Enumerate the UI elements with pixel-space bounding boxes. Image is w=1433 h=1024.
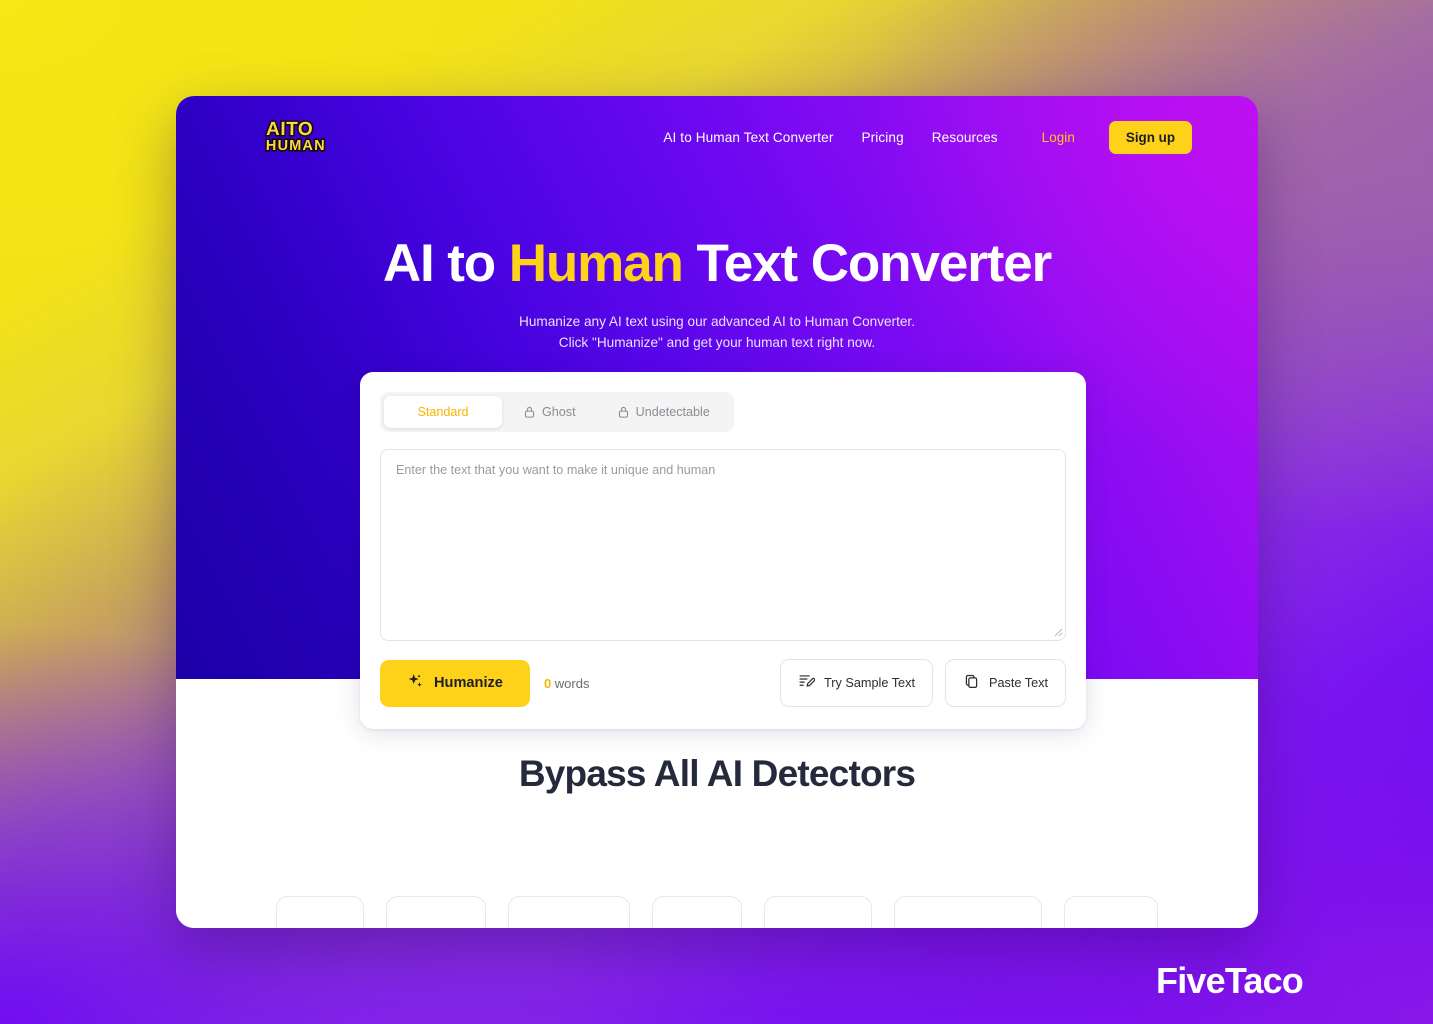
tab-undetectable[interactable]: Undetectable (598, 396, 730, 428)
try-sample-text-button[interactable]: Try Sample Text (780, 659, 933, 707)
nav-link-pricing[interactable]: Pricing (861, 130, 903, 145)
paste-text-button[interactable]: Paste Text (944, 659, 1066, 707)
detector-chip[interactable] (764, 896, 872, 928)
sparkle-icon (407, 673, 424, 694)
site-header: AITO HUMAN AI to Human Text Converter Pr… (176, 96, 1258, 178)
lock-icon (524, 406, 535, 418)
login-link[interactable]: Login (1042, 130, 1075, 145)
nav-link-resources[interactable]: Resources (932, 130, 998, 145)
site-logo[interactable]: AITO HUMAN (264, 117, 327, 156)
detector-chip[interactable] (276, 896, 364, 928)
humanize-button-label: Humanize (434, 675, 503, 691)
paste-icon (963, 673, 980, 693)
page-title-part1: AI to (382, 234, 509, 293)
tab-undetectable-label: Undetectable (635, 405, 710, 419)
converter-actions: Humanize 0 words Try Sample Text Paste T… (380, 659, 1066, 707)
converter-actions-right: Try Sample Text Paste Text (780, 659, 1066, 707)
detector-chip[interactable] (508, 896, 630, 928)
tab-ghost[interactable]: Ghost (504, 396, 596, 428)
logo-line-2: HUMAN (264, 136, 327, 155)
page-title-highlight: Human (508, 234, 684, 293)
fivetaco-watermark: FiveTaco (1156, 960, 1304, 1001)
detector-chip[interactable] (386, 896, 486, 928)
tab-ghost-label: Ghost (542, 405, 576, 419)
main-navigation: AI to Human Text Converter Pricing Resou… (663, 120, 1192, 154)
tab-standard[interactable]: Standard (384, 396, 502, 428)
word-count-label: words (551, 675, 590, 691)
text-input-wrapper (380, 449, 1066, 641)
detector-chip[interactable] (1064, 896, 1158, 928)
hero-subtitle-line-2: Click "Humanize" and get your human text… (558, 334, 876, 350)
paste-text-label: Paste Text (988, 676, 1048, 690)
mode-tabs: Standard Ghost Undetectable (380, 392, 734, 432)
hero-copy: AI to Human Text Converter Humanize any … (176, 178, 1258, 353)
browser-window: AITO HUMAN AI to Human Text Converter Pr… (176, 96, 1258, 928)
logo-line-1: AITO (264, 117, 315, 141)
nav-link-converter[interactable]: AI to Human Text Converter (663, 130, 833, 145)
hero-subtitle-line-1: Humanize any AI text using our advanced … (519, 314, 915, 330)
humanize-button[interactable]: Humanize (380, 659, 530, 707)
lock-icon (618, 406, 629, 418)
detector-chip[interactable] (894, 896, 1042, 928)
converter-actions-left: Humanize 0 words (380, 659, 590, 707)
hero-subtitle: Humanize any AI text using our advanced … (176, 312, 1258, 353)
text-input[interactable] (380, 449, 1066, 641)
tab-standard-label: Standard (417, 405, 469, 419)
sample-text-icon (798, 673, 816, 693)
signup-button[interactable]: Sign up (1108, 120, 1192, 154)
word-count: 0 words (544, 676, 590, 691)
page-title-part2: Text Converter (682, 234, 1052, 293)
detector-chip[interactable] (652, 896, 742, 928)
try-sample-text-label: Try Sample Text (824, 676, 915, 690)
page-title: AI to Human Text Converter (176, 234, 1258, 293)
converter-card: Standard Ghost Undetectable Enter the te… (360, 372, 1086, 729)
detector-chip-row (176, 896, 1258, 928)
